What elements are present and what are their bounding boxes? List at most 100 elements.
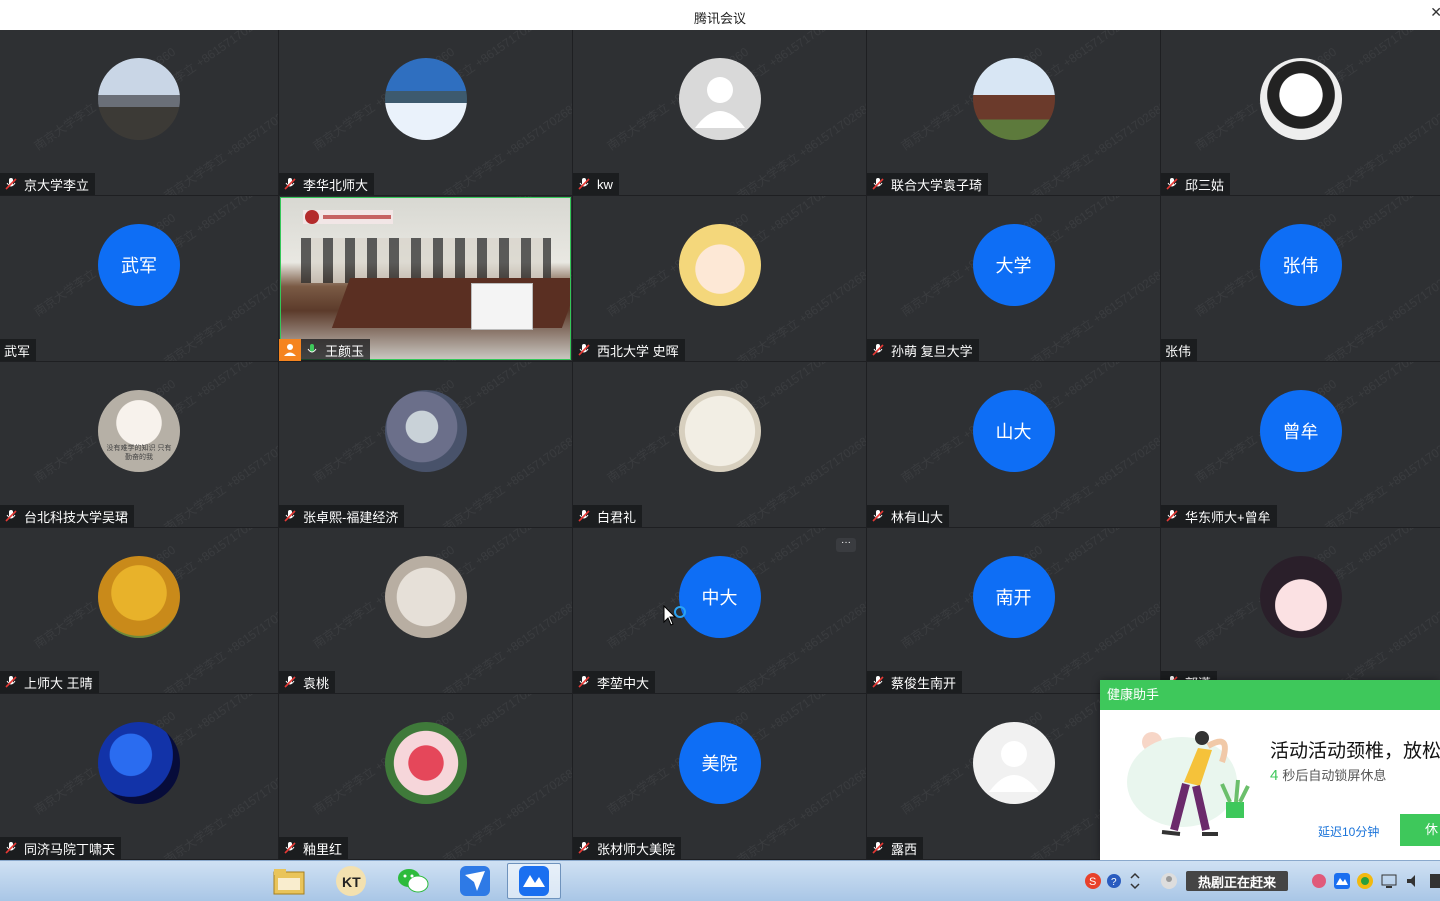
participant-tile[interactable]: 南京大学李立 +8615717026860南京大学李立 +86157170268… xyxy=(867,362,1160,527)
avatar xyxy=(678,224,761,306)
avatar xyxy=(98,556,180,638)
mic-muted-icon xyxy=(578,344,590,356)
participant-name: 釉里红 xyxy=(303,841,343,857)
avatar-text: 武军 xyxy=(98,224,180,306)
video-feed xyxy=(280,197,571,360)
participant-tile[interactable]: 南京大学李立 +8615717026860南京大学李立 +86157170268… xyxy=(279,694,572,859)
participant-tile[interactable]: 南京大学李立 +8615717026860南京大学李立 +86157170268… xyxy=(867,30,1160,195)
file-explorer-icon[interactable] xyxy=(262,863,316,899)
participant-tile[interactable]: 南京大学李立 +8615717026860南京大学李立 +86157170268… xyxy=(573,694,866,859)
participant-name: 李堃中大 xyxy=(597,675,650,691)
participant-tile[interactable]: 南京大学李立 +8615717026860南京大学李立 +86157170268… xyxy=(1161,362,1440,527)
meeting-tray-icon[interactable] xyxy=(1333,872,1351,890)
participant-tile[interactable]: 南京大学李立 +8615717026860南京大学李立 +86157170268… xyxy=(1161,196,1440,361)
participant-name-bar: 邱三姑 xyxy=(1161,173,1231,195)
participant-tile[interactable]: 南京大学李立 +8615717026860南京大学李立 +86157170268… xyxy=(279,196,572,361)
svg-text:?: ? xyxy=(1111,877,1117,888)
participant-tile[interactable]: 南京大学李立 +8615717026860南京大学李立 +86157170268… xyxy=(279,30,572,195)
participant-name-bar: 露西 xyxy=(867,837,924,859)
participant-tile[interactable]: 南京大学李立 +8615717026860南京大学李立 +86157170268… xyxy=(1161,528,1440,693)
participant-name-bar: 白君礼 xyxy=(573,505,643,527)
participant-name: 西北大学 史晖 xyxy=(597,343,679,359)
mic-muted-icon xyxy=(872,842,884,854)
monitor-icon[interactable] xyxy=(1380,872,1398,890)
host-icon xyxy=(279,339,301,361)
popup-header: 健康助手 xyxy=(1100,680,1440,710)
avatar xyxy=(98,722,180,804)
participant-name: 京大学李立 xyxy=(24,177,90,193)
network-icon[interactable] xyxy=(1310,872,1328,890)
avatar-text: 张伟 xyxy=(1259,224,1342,306)
participant-name-bar: 张卓熙-福建经济 xyxy=(279,505,405,527)
mic-muted-icon xyxy=(284,510,296,522)
participant-tile[interactable]: 南京大学李立 +8615717026860南京大学李立 +86157170268… xyxy=(0,30,278,195)
sogou-icon[interactable]: S xyxy=(1084,872,1102,890)
participant-tile[interactable]: 南京大学李立 +8615717026860南京大学李立 +86157170268… xyxy=(573,362,866,527)
participant-name: 联合大学袁子琦 xyxy=(891,177,983,193)
avatar xyxy=(98,58,180,140)
window-title: 腾讯会议 xyxy=(693,11,746,26)
participant-tile[interactable]: 南京大学李立 +8615717026860南京大学李立 +86157170268… xyxy=(0,694,278,859)
countdown-number: 4 xyxy=(1270,767,1279,784)
svg-text:KT: KT xyxy=(342,874,361,890)
participant-name: 张材师大美院 xyxy=(597,841,676,857)
more-options-button[interactable]: ··· xyxy=(836,538,856,552)
participant-name: 袁桃 xyxy=(303,675,330,691)
mic-muted-icon xyxy=(578,676,590,688)
participant-tile[interactable]: 南京大学李立 +8615717026860南京大学李立 +86157170268… xyxy=(0,362,278,527)
avatar xyxy=(1259,556,1342,638)
participant-tile[interactable]: 南京大学李立 +8615717026860南京大学李立 +86157170268… xyxy=(279,528,572,693)
participant-name-bar: kw xyxy=(573,173,619,195)
participant-tile[interactable]: 南京大学李立 +8615717026860南京大学李立 +86157170268… xyxy=(573,528,866,693)
security-icon[interactable] xyxy=(1356,872,1374,890)
participant-tile[interactable]: 南京大学李立 +8615717026860南京大学李立 +86157170268… xyxy=(573,196,866,361)
avatar xyxy=(972,58,1055,140)
tray-overflow-icon[interactable] xyxy=(1126,872,1144,890)
avatar: 没有难学的知识 只有勤奋的我 xyxy=(98,390,180,472)
participant-tile[interactable]: 南京大学李立 +8615717026860南京大学李立 +86157170268… xyxy=(0,528,278,693)
university-logo xyxy=(303,210,393,224)
participant-name: 武军 xyxy=(4,343,31,359)
participant-tile[interactable]: 南京大学李立 +8615717026860南京大学李立 +86157170268… xyxy=(573,30,866,195)
flag-icon[interactable] xyxy=(1428,872,1440,890)
volume-icon[interactable] xyxy=(1404,872,1422,890)
participant-name: 华东师大+曾牟 xyxy=(1185,509,1271,525)
help-icon[interactable]: ? xyxy=(1105,872,1123,890)
mic-muted-icon xyxy=(872,510,884,522)
tencent-meeting-icon[interactable] xyxy=(507,863,561,899)
delay-button[interactable]: 延迟10分钟 xyxy=(1318,823,1379,840)
participant-name: kw xyxy=(597,176,613,192)
participant-tile[interactable]: 南京大学李立 +8615717026860南京大学李立 +86157170268… xyxy=(867,196,1160,361)
mic-muted-icon xyxy=(5,676,17,688)
avatar xyxy=(384,390,467,472)
avatar-text: 南开 xyxy=(972,556,1055,638)
kt-icon[interactable]: KT xyxy=(324,863,378,899)
participant-tile[interactable]: 南京大学李立 +8615717026860南京大学李立 +86157170268… xyxy=(279,362,572,527)
participant-name-bar: 李堃中大 xyxy=(573,671,656,693)
participant-name-bar: 张材师大美院 xyxy=(573,837,682,859)
mic-muted-icon xyxy=(284,842,296,854)
mic-muted-icon xyxy=(1166,510,1178,522)
mic-muted-icon xyxy=(578,510,590,522)
mic-muted-icon xyxy=(872,676,884,688)
participant-name: 张卓熙-福建经济 xyxy=(303,509,399,525)
avatar xyxy=(384,722,467,804)
participant-tile[interactable]: 南京大学李立 +8615717026860南京大学李立 +86157170268… xyxy=(1161,30,1440,195)
participant-name-bar: 袁桃 xyxy=(279,671,336,693)
avatar-tray-icon[interactable] xyxy=(1160,872,1178,890)
avatar xyxy=(972,722,1055,804)
avatar-text: 美院 xyxy=(678,722,761,804)
participant-tile[interactable]: 南京大学李立 +8615717026860南京大学李立 +86157170268… xyxy=(867,528,1160,693)
participant-name: 李华北师大 xyxy=(303,177,369,193)
participant-name-bar: 华东师大+曾牟 xyxy=(1161,505,1277,527)
close-icon[interactable]: ✕ xyxy=(1430,4,1440,21)
feishu-bird-icon[interactable] xyxy=(448,863,502,899)
wechat-icon[interactable] xyxy=(386,863,440,899)
avatar-text: 曾牟 xyxy=(1259,390,1342,472)
participant-name: 孙萌 复旦大学 xyxy=(891,343,973,359)
avatar xyxy=(384,556,467,638)
hot-drama-banner[interactable]: 热剧正在赶来 xyxy=(1186,871,1288,891)
participant-tile[interactable]: 南京大学李立 +8615717026860南京大学李立 +86157170268… xyxy=(0,196,278,361)
rest-button[interactable]: 休 xyxy=(1400,814,1440,846)
avatar-text: 中大 xyxy=(678,556,761,638)
